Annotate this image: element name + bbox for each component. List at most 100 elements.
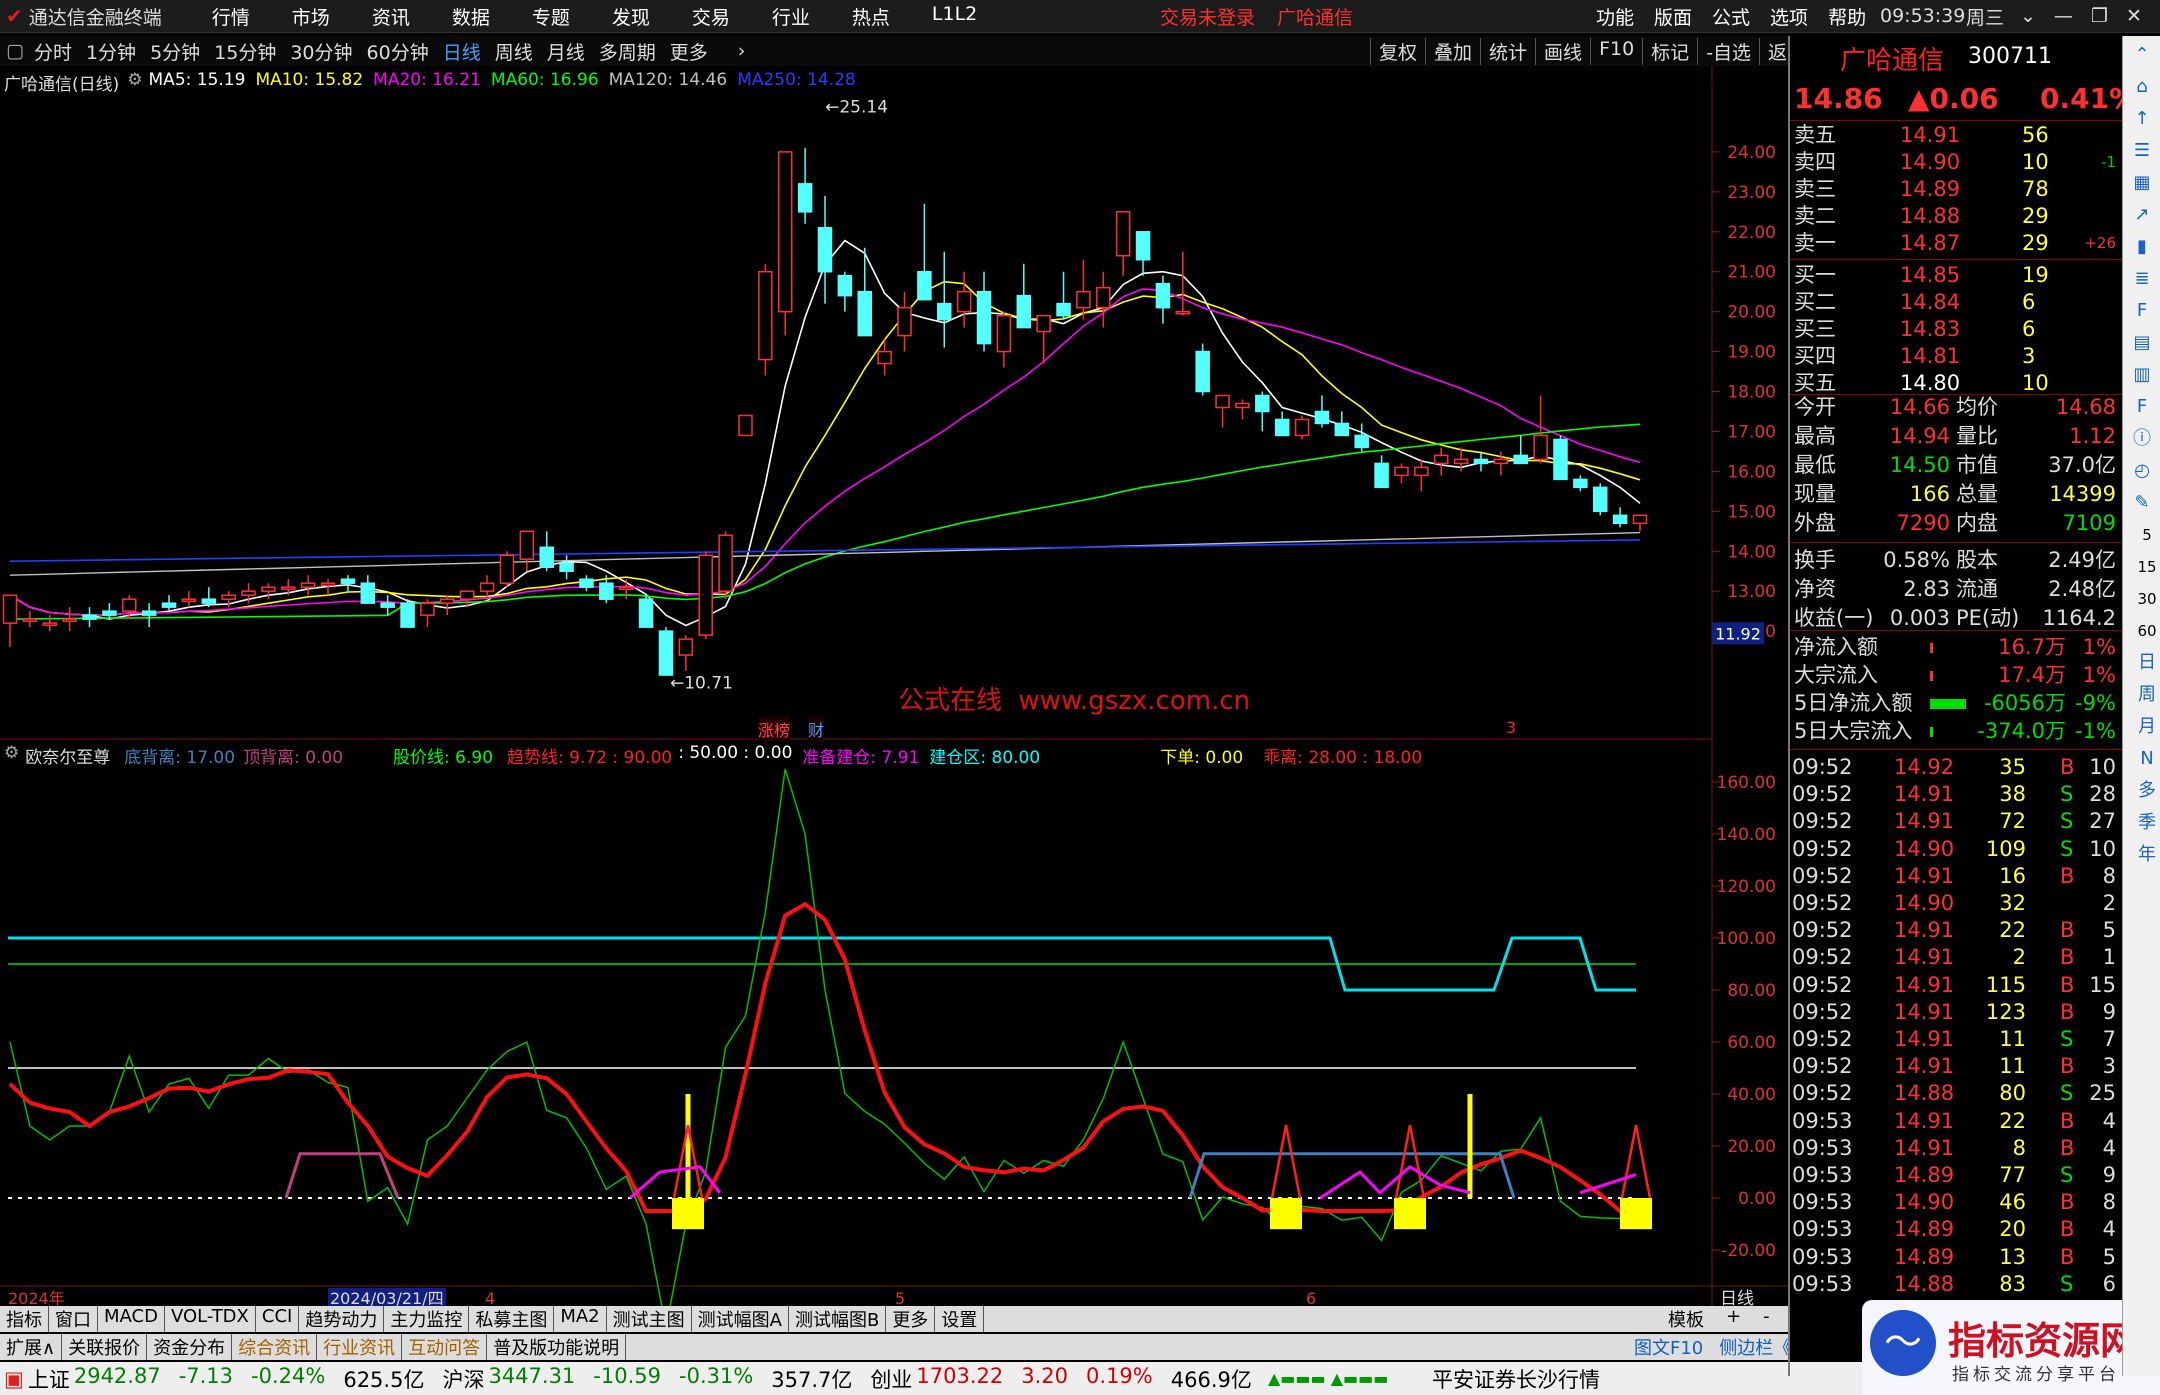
- candle-body[interactable]: [499, 554, 515, 584]
- period-tab[interactable]: 30分钟: [290, 38, 352, 65]
- candle-body[interactable]: [1553, 438, 1568, 481]
- candle-body[interactable]: [817, 227, 833, 273]
- candle-body[interactable]: [937, 302, 952, 321]
- candle-body[interactable]: [201, 598, 217, 604]
- indicator-tab[interactable]: 趋势动力: [299, 1306, 385, 1332]
- candle-body[interactable]: [976, 290, 992, 345]
- menu-item[interactable]: 资讯: [372, 3, 410, 30]
- candle-body[interactable]: [1255, 394, 1270, 413]
- candle-body[interactable]: [62, 618, 77, 622]
- indicator-tab[interactable]: MACD: [98, 1306, 165, 1332]
- candle-body[interactable]: [897, 306, 912, 337]
- candle-body[interactable]: [241, 590, 256, 596]
- candle-body[interactable]: [1135, 231, 1151, 261]
- list-icon[interactable]: ☰: [2128, 138, 2156, 164]
- candle-body[interactable]: [638, 598, 654, 628]
- candle-body[interactable]: [1433, 454, 1449, 465]
- bid-row[interactable]: 买五 14.80 10: [1790, 370, 2122, 397]
- candle-body[interactable]: [1036, 314, 1051, 333]
- status-red-text[interactable]: 交易未登录: [1160, 3, 1255, 30]
- info-tab[interactable]: 扩展∧: [0, 1334, 63, 1360]
- candle-body[interactable]: [877, 350, 892, 365]
- indicator-tab[interactable]: 私募主图: [469, 1306, 555, 1332]
- kline-chart[interactable]: ←25.14 ←10.71 24.00 23.00 22.00 21.00 20.00 19…: [0, 66, 1788, 1312]
- side-period-number[interactable]: 30: [2133, 586, 2160, 612]
- detail-icon[interactable]: ≣: [2128, 266, 2156, 292]
- trend-icon[interactable]: ↗: [2128, 202, 2156, 228]
- period-tab[interactable]: 分时: [34, 38, 72, 65]
- collapse-icon[interactable]: ▢: [6, 40, 24, 62]
- candle-body[interactable]: [161, 602, 177, 608]
- candle-body[interactable]: [440, 598, 455, 604]
- menu-right-item[interactable]: 版面: [1654, 3, 1692, 30]
- home-icon[interactable]: ⌂: [2128, 74, 2156, 100]
- news-icon[interactable]: ▤: [2128, 330, 2156, 356]
- side-period-tab[interactable]: 多: [2133, 778, 2160, 804]
- candle-body[interactable]: [698, 554, 713, 636]
- menu-item[interactable]: 行业: [772, 3, 810, 30]
- candle-body[interactable]: [281, 586, 296, 590]
- period-tab[interactable]: 更多: [670, 38, 708, 65]
- template-control[interactable]: -: [1763, 1306, 1770, 1332]
- period-tab[interactable]: 日线: [443, 38, 481, 65]
- candle-body[interactable]: [559, 562, 574, 572]
- finance-icon[interactable]: F: [2128, 298, 2156, 324]
- candle-body[interactable]: [102, 610, 117, 616]
- candle-body[interactable]: [380, 602, 395, 608]
- side-period-tab[interactable]: 年: [2133, 842, 2160, 868]
- indicator-tab[interactable]: 窗口: [49, 1306, 98, 1332]
- bid-row[interactable]: 买三 14.83 6: [1790, 316, 2122, 343]
- index-name[interactable]: 创业: [870, 1364, 912, 1394]
- period-tab[interactable]: 月线: [547, 38, 585, 65]
- menu-item[interactable]: 专题: [532, 3, 570, 30]
- candle-body[interactable]: [400, 602, 415, 628]
- bid-row[interactable]: 买四 14.81 3: [1790, 343, 2122, 370]
- candle-body[interactable]: [837, 274, 853, 297]
- candle-body[interactable]: [300, 582, 316, 588]
- period-tab[interactable]: 多周期: [599, 38, 656, 65]
- ask-row[interactable]: 卖四 14.90 10 -1: [1790, 149, 2122, 176]
- ask-row[interactable]: 卖一 14.87 29 +26: [1790, 230, 2122, 257]
- candle-body[interactable]: [1096, 286, 1111, 309]
- template-control[interactable]: +: [1726, 1306, 1741, 1332]
- candle-body[interactable]: [1513, 454, 1528, 465]
- ask-row[interactable]: 卖五 14.91 56: [1790, 122, 2122, 149]
- settings-icon[interactable]: ⚙: [127, 70, 142, 94]
- event-badge[interactable]: 涨榜: [758, 717, 791, 741]
- indicator-tab[interactable]: 测试幅图B: [789, 1306, 887, 1332]
- fs-icon[interactable]: F: [2128, 394, 2156, 420]
- status-right-item[interactable]: 侧边栏《: [1719, 1334, 1788, 1360]
- candle-body[interactable]: [1076, 290, 1091, 309]
- candle-body[interactable]: [1215, 394, 1230, 409]
- tool-button[interactable]: 复权: [1370, 37, 1425, 65]
- indicator-tab[interactable]: CCI: [256, 1306, 300, 1332]
- side-period-tab[interactable]: 月: [2133, 714, 2160, 740]
- candle-body[interactable]: [1235, 402, 1250, 409]
- info-tab[interactable]: 普及版功能说明: [487, 1334, 627, 1360]
- menu-right-item[interactable]: 功能: [1596, 3, 1634, 30]
- indicator-tab[interactable]: MA2: [554, 1306, 607, 1332]
- indicator-tab[interactable]: 测试主图: [607, 1306, 692, 1332]
- tool-button[interactable]: -自选: [1697, 37, 1759, 65]
- candle-body[interactable]: [1453, 458, 1469, 465]
- indicator-tab[interactable]: 指标: [0, 1306, 49, 1332]
- candle-body[interactable]: [340, 578, 356, 584]
- candle-body[interactable]: [122, 598, 137, 612]
- kline-icon[interactable]: ▮: [2128, 234, 2156, 260]
- candle-body[interactable]: [1334, 422, 1350, 437]
- candle-body[interactable]: [1394, 466, 1409, 477]
- candle-body[interactable]: [658, 630, 674, 676]
- tool-button[interactable]: 返回: [1759, 37, 1788, 65]
- indicator-tab[interactable]: 更多: [886, 1306, 936, 1332]
- candle-body[interactable]: [1414, 466, 1429, 477]
- tool-icon[interactable]: ✎: [2128, 490, 2156, 516]
- candle-body[interactable]: [1115, 211, 1131, 257]
- menu-item[interactable]: 数据: [452, 3, 490, 30]
- candle-body[interactable]: [42, 622, 58, 626]
- candle-body[interactable]: [1274, 418, 1290, 437]
- indicator-tab[interactable]: VOL-TDX: [165, 1306, 256, 1332]
- period-tab[interactable]: 60分钟: [367, 38, 429, 65]
- side-period-number[interactable]: 60: [2133, 618, 2160, 644]
- candle-body[interactable]: [857, 290, 873, 337]
- candle-body[interactable]: [1195, 350, 1210, 393]
